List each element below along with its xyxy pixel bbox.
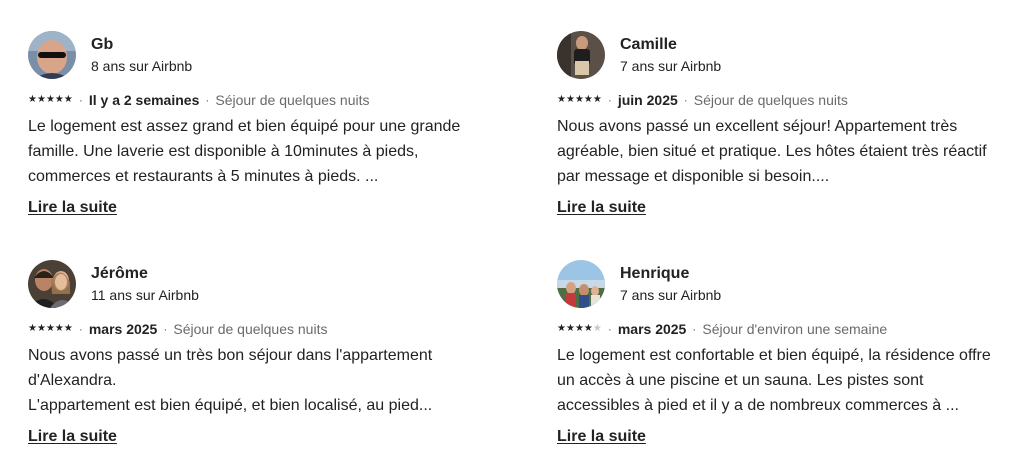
star-icon: ★: [45, 94, 55, 105]
review-date: mars 2025: [617, 321, 687, 337]
review-text: Nous avons passé un excellent séjour! Ap…: [557, 118, 987, 185]
star-icon: ★: [36, 94, 46, 105]
star-rating: ★ ★ ★ ★ ★: [28, 91, 73, 109]
review-date: Il y a 2 semaines: [88, 92, 200, 108]
reviewer-tenure: 8 ans sur Airbnb: [91, 58, 193, 74]
review-header: Camille 7 ans sur Airbnb: [557, 30, 997, 80]
stay-duration: Séjour d'environ une semaine: [702, 321, 888, 337]
avatar[interactable]: [28, 260, 76, 308]
star-icon: ★: [583, 323, 593, 334]
read-more-link[interactable]: Lire la suite: [557, 198, 646, 218]
reviewer-name: Jérôme: [91, 265, 148, 282]
reviewer-tenure: 11 ans sur Airbnb: [91, 287, 199, 303]
star-icon: ★: [63, 94, 73, 105]
avatar-couple-icon: [28, 260, 76, 308]
stay-duration: Séjour de quelques nuits: [215, 92, 370, 108]
reviewer-tenure: 7 ans sur Airbnb: [620, 58, 722, 74]
stay-duration: Séjour de quelques nuits: [173, 321, 328, 337]
star-icon: ★: [54, 94, 64, 105]
read-more-link[interactable]: Lire la suite: [28, 198, 117, 218]
avatar-man-sunglasses-icon: [28, 31, 76, 79]
review-text: Le logement est assez grand et bien équi…: [28, 118, 461, 185]
review-card: Camille 7 ans sur Airbnb ★ ★ ★ ★ ★ · juin 20…: [557, 30, 997, 218]
review-text: Nous avons passé un très bon séjour dans…: [28, 343, 468, 418]
star-icon: ★: [583, 94, 593, 105]
review-meta: ★ ★ ★ ★ ★ · mars 2025 · Séjour d'environ une…: [557, 320, 997, 338]
star-icon: ★: [45, 323, 55, 334]
star-icon: ★: [28, 323, 37, 334]
avatar[interactable]: [557, 31, 605, 79]
review-text-line: Nous avons passé un très bon séjour dans…: [28, 347, 433, 389]
star-rating: ★ ★ ★ ★ ★: [28, 320, 73, 338]
star-icon: ★: [557, 323, 566, 334]
avatar[interactable]: [28, 31, 76, 79]
separator-dot: ·: [607, 93, 612, 107]
review-meta: ★ ★ ★ ★ ★ · juin 2025 · Séjour de quelques n…: [557, 91, 997, 109]
separator-dot: ·: [163, 322, 168, 336]
review-text-line: L'appartement est bien équipé, et bien l…: [28, 397, 433, 414]
review-header: Jérôme 11 ans sur Airbnb: [28, 259, 468, 309]
separator-dot: ·: [683, 93, 688, 107]
star-icon: ★: [36, 323, 46, 334]
review-text: Le logement est confortable et bien équi…: [557, 347, 991, 414]
separator-dot: ·: [205, 93, 210, 107]
separator-dot: ·: [78, 93, 83, 107]
review-card: Gb 8 ans sur Airbnb ★ ★ ★ ★ ★ · Il y a 2 sem…: [28, 30, 468, 218]
review-date: juin 2025: [617, 92, 678, 108]
star-rating: ★ ★ ★ ★ ★: [557, 320, 602, 338]
reviewer-tenure: 7 ans sur Airbnb: [620, 287, 722, 303]
star-icon: ★: [565, 94, 575, 105]
star-icon: ★: [557, 94, 566, 105]
star-icon: ★: [592, 94, 602, 105]
separator-dot: ·: [78, 322, 83, 336]
review-date: mars 2025: [88, 321, 158, 337]
star-icon: ★: [63, 323, 73, 334]
avatar-person-standing-icon: [557, 31, 605, 79]
avatar[interactable]: [557, 260, 605, 308]
read-more-link[interactable]: Lire la suite: [28, 427, 117, 447]
star-rating: ★ ★ ★ ★ ★: [557, 91, 602, 109]
review-card: Jérôme 11 ans sur Airbnb ★ ★ ★ ★ ★ · mars 20…: [28, 259, 468, 447]
review-card: Henrique 7 ans sur Airbnb ★ ★ ★ ★ ★ · mars 2…: [557, 259, 997, 447]
reviewer-name: Henrique: [620, 265, 690, 282]
stay-duration: Séjour de quelques nuits: [693, 92, 848, 108]
review-meta: ★ ★ ★ ★ ★ · mars 2025 · Séjour de quelques n…: [28, 320, 468, 338]
reviewer-name: Gb: [91, 36, 114, 53]
separator-dot: ·: [692, 322, 697, 336]
separator-dot: ·: [607, 322, 612, 336]
avatar-group-outdoor-icon: [557, 260, 605, 308]
review-header: Gb 8 ans sur Airbnb: [28, 30, 468, 80]
read-more-link[interactable]: Lire la suite: [557, 427, 646, 447]
star-icon: ★: [565, 323, 575, 334]
review-header: Henrique 7 ans sur Airbnb: [557, 259, 997, 309]
reviewer-name: Camille: [620, 36, 677, 53]
star-icon: ★: [574, 323, 584, 334]
star-icon: ★: [54, 323, 64, 334]
star-icon: ★: [28, 94, 37, 105]
star-icon: ★: [574, 94, 584, 105]
star-empty-icon: ★: [592, 323, 602, 334]
review-meta: ★ ★ ★ ★ ★ · Il y a 2 semaines · Séjour de qu…: [28, 91, 468, 109]
